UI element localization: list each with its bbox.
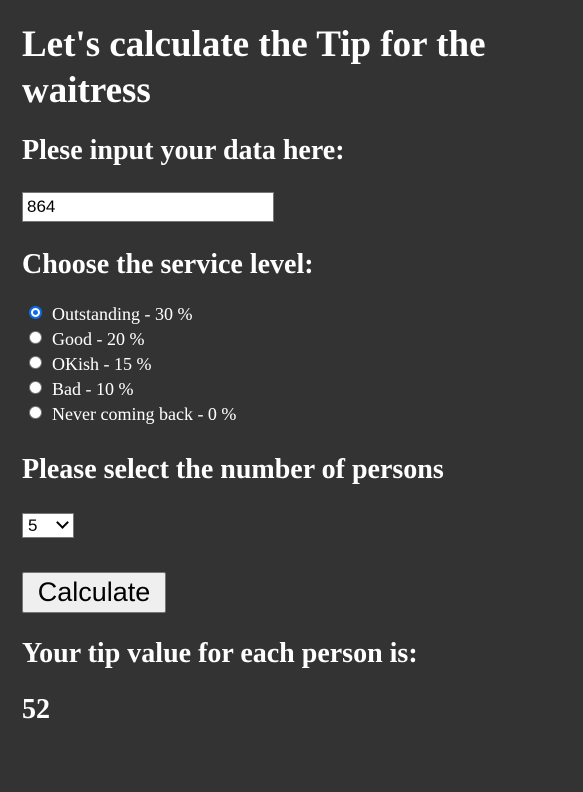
tip-result-value: 52: [22, 694, 50, 725]
radio-button[interactable]: [29, 356, 42, 369]
service-level-options: Outstanding - 30 % Good - 20 % OKish - 1…: [22, 302, 567, 427]
service-option-label: Good - 20 %: [52, 329, 145, 349]
service-option-good[interactable]: Good - 20 %: [22, 327, 567, 352]
chevron-down-icon: [56, 516, 69, 529]
service-option-label: Bad - 10 %: [52, 379, 134, 399]
service-level-heading: Choose the service level:: [22, 249, 314, 280]
service-option-label: OKish - 15 %: [52, 354, 152, 374]
service-option-okish[interactable]: OKish - 15 %: [22, 352, 567, 377]
radio-button[interactable]: [29, 331, 42, 344]
radio-button-checked[interactable]: [29, 306, 42, 319]
persons-heading: Please select the number of persons: [22, 454, 444, 485]
persons-select[interactable]: 5: [22, 513, 74, 538]
tip-calculator: Let's calculate the Tip for the waitress…: [0, 0, 583, 727]
service-option-label: Never coming back - 0 %: [52, 404, 237, 424]
service-option-outstanding[interactable]: Outstanding - 30 %: [22, 302, 567, 327]
calculate-button[interactable]: Calculate: [22, 572, 166, 613]
persons-selected-value: 5: [28, 515, 38, 535]
service-option-label: Outstanding - 30 %: [52, 304, 193, 324]
page-title: Let's calculate the Tip for the waitress: [22, 24, 486, 111]
bill-heading: Plese input your data here:: [22, 135, 345, 166]
result-heading: Your tip value for each person is:: [22, 638, 418, 669]
radio-button[interactable]: [29, 381, 42, 394]
radio-button[interactable]: [29, 406, 42, 419]
bill-amount-input[interactable]: [22, 192, 274, 222]
service-option-bad[interactable]: Bad - 10 %: [22, 377, 567, 402]
service-option-never-coming-back[interactable]: Never coming back - 0 %: [22, 402, 567, 427]
